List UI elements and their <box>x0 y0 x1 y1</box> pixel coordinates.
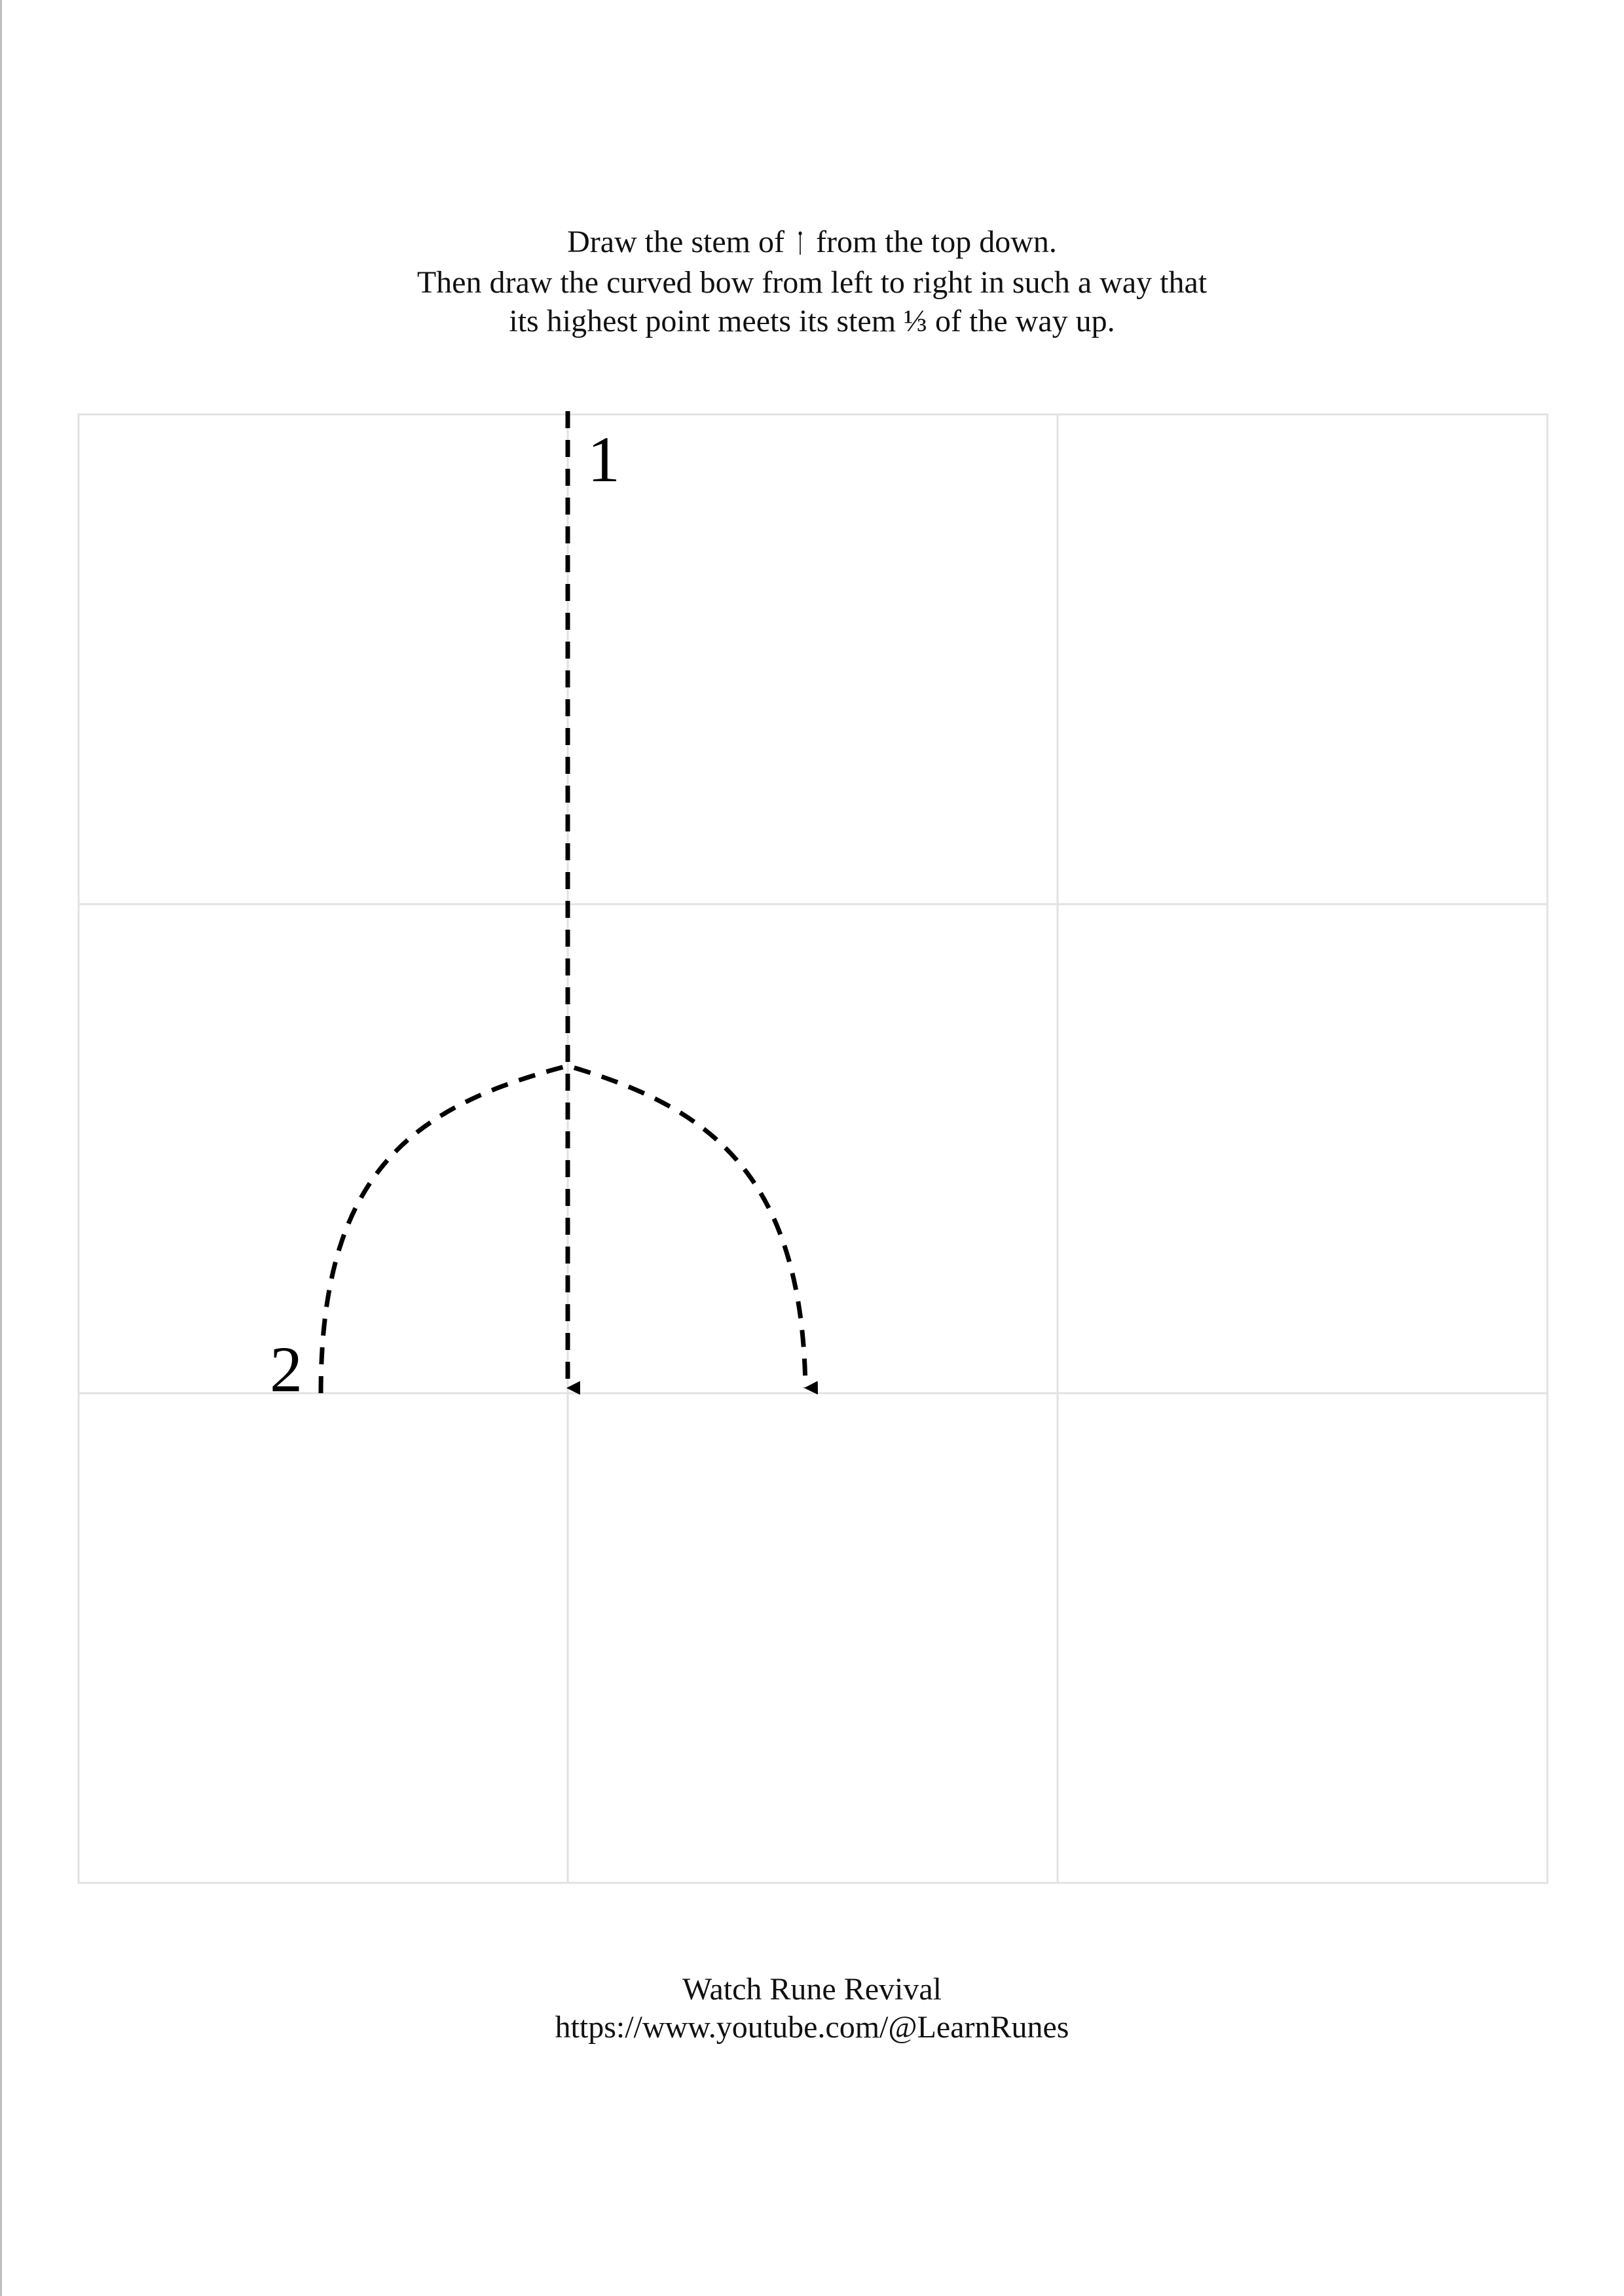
grid-border <box>77 413 1549 1884</box>
stroke-2-bow-path <box>318 1063 819 1395</box>
stroke-guides <box>318 411 819 1395</box>
stroke-2-label: 2 <box>270 1333 303 1406</box>
practice-grid <box>77 413 1549 1884</box>
practice-sheet: 1 2 <box>77 411 1549 1884</box>
footer-url: https://www.youtube.com/@LearnRunes <box>555 2010 1069 2045</box>
stroke-1-label: 1 <box>587 423 620 496</box>
footer: Watch Rune Revival https://www.youtube.c… <box>0 1971 1624 2047</box>
footer-title: Watch Rune Revival <box>682 1972 942 2007</box>
